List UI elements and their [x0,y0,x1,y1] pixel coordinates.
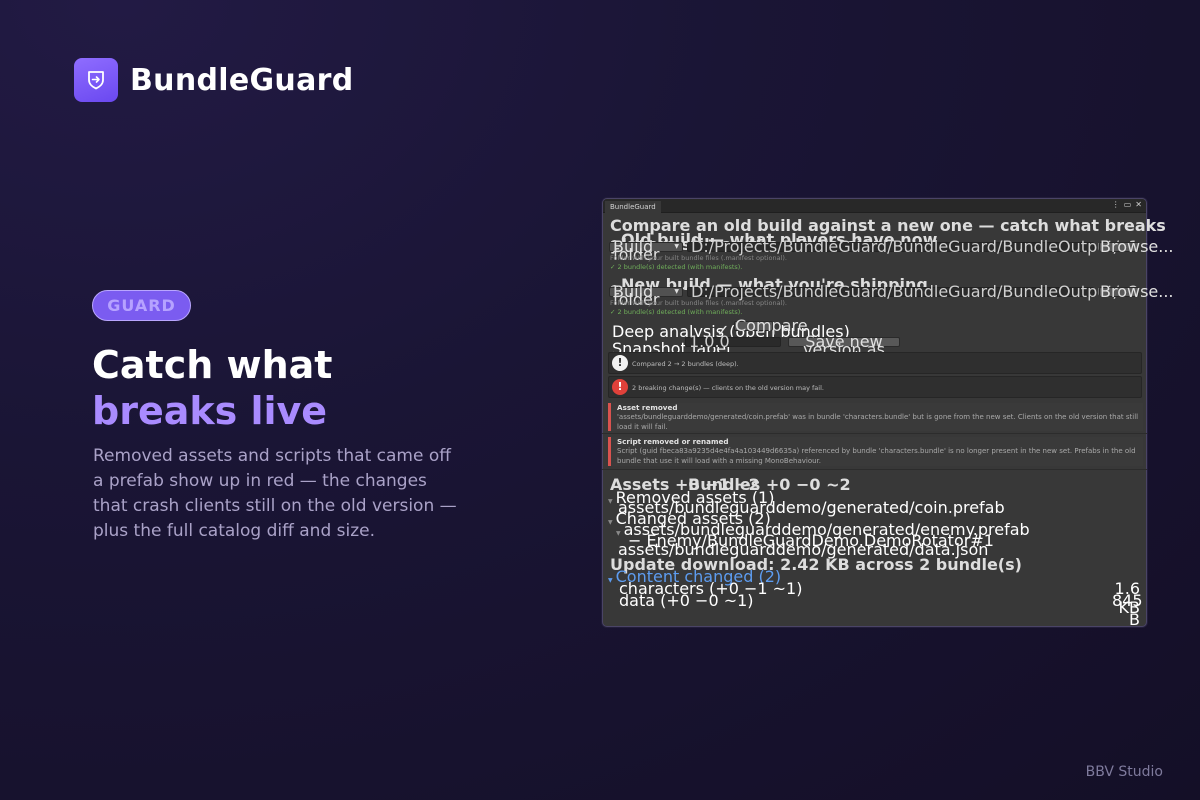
new-build-browse-button[interactable]: Browse... [1099,284,1174,300]
compare-button[interactable]: Compare [734,318,808,334]
issue-body: 'assets/bundleguarddemo/generated/coin.p… [617,413,1139,431]
close-icon[interactable]: ✕ [1135,200,1142,209]
new-build-hint: Folder with your built bundle files (.ma… [610,299,787,307]
category-pill: GUARD [92,290,191,321]
headline-line-2: breaks live [92,389,328,433]
headline-line-1: Catch what [92,343,333,387]
old-build-browse-button[interactable]: Browse... [1099,239,1174,255]
new-build-status: ✓ 2 bundle(s) detected (with manifests). [610,308,743,316]
brand-name: BundleGuard [130,62,354,98]
divider [602,433,1147,434]
foldout-arrow-icon: ▼ [608,498,613,505]
bundle-row-name: data (+0 −0 ~1) [619,591,754,610]
save-snapshot-button[interactable]: Save new version as snapshot [788,334,900,366]
window-tab[interactable]: BundleGuard [605,201,661,213]
issue-body: Script (guid fbeca83a9235d4e4fa4a103449d… [617,447,1136,465]
foldout-arrow-icon: ▼ [616,530,621,537]
foldout-arrow-icon: ▼ [608,577,613,584]
error-icon: ! [612,379,628,395]
studio-credit: BBV Studio [1085,764,1163,780]
window-tabbar: BundleGuard ⋮ ▭ ✕ [603,199,1146,213]
error-message-box: ! 2 breaking change(s) — clients on the … [608,376,1142,398]
issue-title: Asset removed [617,403,678,412]
info-icon: ! [612,355,628,371]
hero-description: Removed assets and scripts that came off… [93,446,457,541]
info-message: Compared 2 → 2 bundles (deep). [632,360,739,368]
old-build-path-field[interactable]: D:/Projects/BundleGuard/BundleGuard/Bund… [687,239,1139,255]
old-build-status: ✓ 2 bundle(s) detected (with manifests). [610,263,743,271]
kebab-menu-icon[interactable]: ⋮ [1112,200,1120,209]
headline: Catch what breaks live [92,342,332,434]
issue-card: Script removed or renamed Script (guid f… [608,437,1143,466]
issue-card: Asset removed 'assets/bundleguarddemo/ge… [608,403,1143,431]
issue-title: Script removed or renamed [617,437,729,446]
bundle-row-size: 845 B [1112,591,1143,629]
snapshot-input[interactable]: 1.0.0 [685,334,781,350]
info-message-box: ! Compared 2 → 2 bundles (deep). [608,352,1142,374]
window-controls: ⋮ ▭ ✕ [1112,200,1142,209]
foldout-arrow-icon: ▼ [608,519,613,526]
shield-arrow-icon [74,58,118,102]
chevron-down-icon: ▼ [674,288,679,295]
chevron-down-icon: ▼ [674,243,679,250]
new-build-source-dropdown[interactable]: Build folder ▼ [609,284,683,308]
old-build-source-dropdown[interactable]: Build folder ▼ [609,239,683,263]
maximize-icon[interactable]: ▭ [1124,200,1132,209]
old-build-hint: Folder with your built bundle files (.ma… [610,254,787,262]
brand: BundleGuard [74,58,353,102]
error-message: 2 breaking change(s) — clients on the ol… [632,384,824,392]
new-build-path-field[interactable]: D:/Projects/BundleGuard/BundleGuard/Bund… [687,284,1139,300]
divider [602,469,1147,470]
